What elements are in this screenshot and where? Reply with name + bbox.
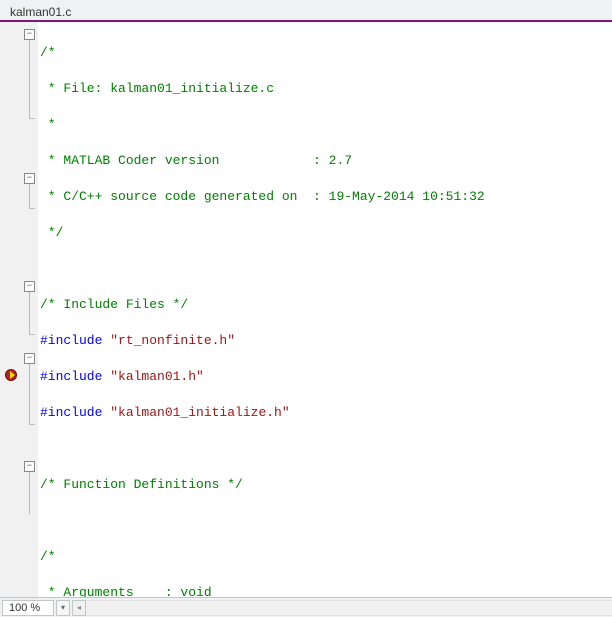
code-text: "kalman01_initialize.h" <box>110 405 289 420</box>
fold-column: − − − − − <box>24 22 38 597</box>
code-text: * MATLAB Coder version : 2.7 <box>40 153 352 168</box>
code-text: * C/C++ source code generated on : 19-Ma… <box>40 189 485 204</box>
code-text-area[interactable]: /* * File: kalman01_initialize.c * * MAT… <box>38 22 612 597</box>
zoom-level[interactable]: 100 % <box>2 600 54 616</box>
code-text: /* Function Definitions */ <box>40 477 243 492</box>
fold-toggle[interactable]: − <box>24 173 35 184</box>
chevron-left-icon: ◂ <box>77 603 81 612</box>
code-text: /* <box>40 45 56 60</box>
code-text: #include <box>40 369 110 384</box>
gutter: − − − − − <box>0 22 38 597</box>
fold-toggle[interactable]: − <box>24 29 35 40</box>
code-text: * File: kalman01_initialize.c <box>40 81 274 96</box>
hscroll-left-button[interactable]: ◂ <box>72 600 86 616</box>
code-text: #include <box>40 405 110 420</box>
fold-toggle[interactable]: − <box>24 281 35 292</box>
code-text: #include <box>40 333 110 348</box>
code-text: /* Include Files */ <box>40 297 188 312</box>
code-text: * Arguments : void <box>40 585 212 597</box>
code-text: "kalman01.h" <box>110 369 204 384</box>
hscroll-track[interactable] <box>86 600 612 616</box>
tab-bar: kalman01.c <box>0 0 612 22</box>
code-text: */ <box>40 225 63 240</box>
zoom-dropdown[interactable]: ▾ <box>56 600 70 616</box>
breakpoint-marker[interactable] <box>4 368 18 382</box>
tab-kalman01[interactable]: kalman01.c <box>0 2 81 20</box>
code-text: * <box>40 117 56 132</box>
status-bar: 100 % ▾ ◂ <box>0 597 612 617</box>
editor-area: − − − − − /* * File: kalman01_initialize… <box>0 22 612 597</box>
current-line-arrow-icon <box>10 371 15 379</box>
fold-toggle[interactable]: − <box>24 461 35 472</box>
fold-toggle[interactable]: − <box>24 353 35 364</box>
code-text: "rt_nonfinite.h" <box>110 333 235 348</box>
chevron-down-icon: ▾ <box>61 603 65 612</box>
code-text: /* <box>40 549 56 564</box>
